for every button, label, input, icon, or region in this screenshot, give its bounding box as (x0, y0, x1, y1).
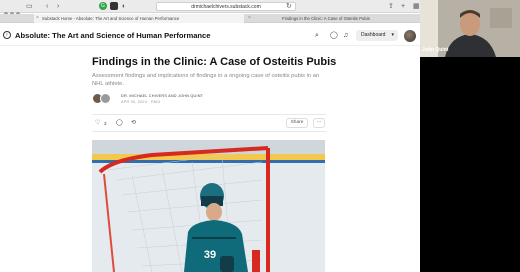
tab-bar: × Substack Home - Absolute: The Art and … (0, 14, 426, 23)
dashboard-button[interactable]: Dashboard ▾ (356, 30, 398, 41)
grammarly-extension-icon[interactable]: G (99, 2, 107, 10)
avatar[interactable] (100, 93, 111, 104)
bell-icon[interactable]: ♫ (343, 32, 348, 39)
chat-icon[interactable]: ◯ (330, 32, 338, 39)
participant-name: John Quint (422, 47, 449, 53)
publication-logo-icon[interactable]: ♀ (3, 31, 11, 39)
jersey-number: 39 (204, 249, 216, 261)
search-icon[interactable]: ⌕ (315, 32, 319, 39)
site-header: ♀ Absolute: The Art and Science of Human… (0, 26, 426, 46)
tab-label: Findings in the Clinic: A Case of Osteit… (282, 16, 370, 21)
restack-icon[interactable]: ⟲ (131, 119, 136, 128)
article-title: Findings in the Clinic: A Case of Osteit… (92, 56, 337, 68)
author-names[interactable]: DR. MICHAEL CHIVERS AND JOHN QUINT (121, 94, 203, 98)
back-icon[interactable]: ‹ (46, 2, 48, 11)
close-icon[interactable]: × (36, 14, 39, 23)
address-bar[interactable]: drmichaelchivers.substack.com (156, 2, 296, 11)
forward-icon[interactable]: › (57, 2, 59, 11)
post-date: APR 30, 2024 · PAID (121, 100, 161, 104)
tab-label: Substack Home - Absolute: The Art and Sc… (42, 16, 180, 21)
comment-icon[interactable]: ◯ (116, 119, 123, 128)
article-subtitle: Assessment findings and implications of … (92, 73, 320, 87)
more-options-button[interactable]: ··· (313, 118, 325, 128)
hockey-player-photo: 39 (92, 140, 325, 272)
avatar[interactable] (404, 30, 416, 42)
sidebar-icon[interactable]: ▭ (26, 2, 33, 11)
publication-title[interactable]: Absolute: The Art and Science of Human P… (15, 31, 211, 40)
close-icon[interactable]: × (248, 14, 251, 23)
like-count: 3 (104, 121, 107, 126)
heart-icon[interactable]: ♡ (95, 119, 100, 128)
dashboard-label: Dashboard (361, 32, 386, 38)
new-tab-icon[interactable]: + (401, 2, 405, 11)
share-icon[interactable]: ⇪ (388, 2, 394, 11)
tab-substack-home[interactable]: × Substack Home - Absolute: The Art and … (34, 14, 244, 23)
reload-icon[interactable]: ↻ (286, 2, 292, 11)
tab-overview-icon[interactable]: ▦ (413, 2, 420, 11)
tab-article[interactable]: × Findings in the Clinic: A Case of Oste… (246, 14, 424, 23)
shield-icon[interactable]: ◐ (122, 2, 126, 11)
hero-image: 39 (92, 140, 325, 272)
browser-toolbar: ▭ ‹ › G ◐ drmichaelchivers.substack.com … (0, 0, 426, 16)
chevron-down-icon: ▾ (391, 32, 394, 38)
extension-icon[interactable] (110, 2, 118, 10)
share-button[interactable]: Share (286, 118, 308, 128)
browser-window: ▭ ‹ › G ◐ drmichaelchivers.substack.com … (0, 0, 426, 272)
